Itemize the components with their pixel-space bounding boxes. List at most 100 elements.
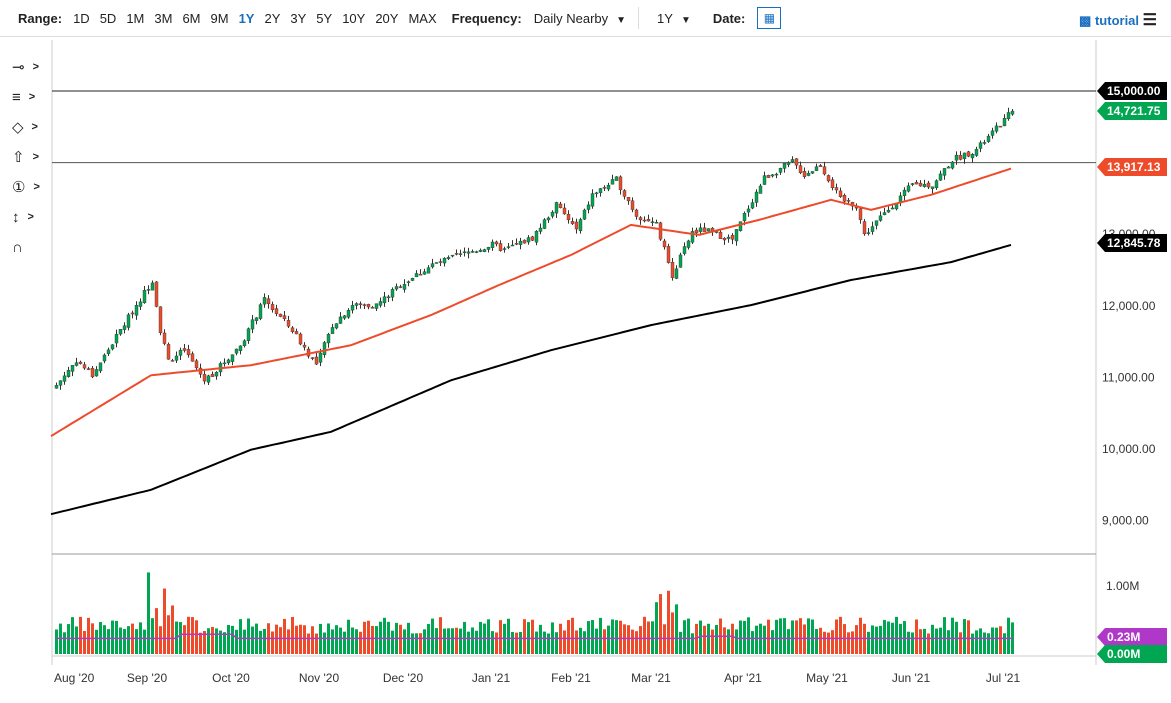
candle-body: [951, 162, 954, 168]
candle-body: [395, 286, 398, 289]
candle: [539, 224, 542, 235]
volume-bar: [587, 621, 590, 654]
volume-bar: [563, 630, 566, 654]
volume-bar: [727, 629, 730, 654]
candle-body: [983, 142, 986, 143]
candle-body: [551, 212, 554, 216]
price-chart[interactable]: 9,000.0010,000.0011,000.0012,000.0013,00…: [0, 0, 1171, 703]
candle-body: [363, 305, 366, 306]
candle-body: [939, 174, 942, 180]
candle-body: [543, 220, 546, 229]
candle-body: [539, 228, 542, 231]
candle-body: [751, 203, 754, 208]
candle-body: [127, 315, 130, 328]
candle-body: [303, 345, 306, 347]
candle: [503, 247, 506, 253]
candle: [171, 359, 174, 362]
candle-body: [235, 349, 238, 353]
candle-body: [747, 209, 750, 212]
candle: [55, 383, 58, 389]
candle: [771, 174, 774, 177]
volume-bar: [279, 627, 282, 654]
candle-body: [847, 200, 850, 201]
candle: [831, 177, 834, 190]
candle-body: [479, 250, 482, 251]
volume-bar: [119, 628, 122, 654]
x-tick-label: Mar '21: [631, 671, 671, 685]
candle-body: [503, 249, 506, 250]
candle: [775, 173, 778, 178]
volume-bar: [111, 621, 114, 654]
candle: [275, 305, 278, 316]
volume-bar: [883, 620, 886, 654]
candle: [311, 357, 314, 360]
candle-body: [743, 213, 746, 221]
candle: [991, 128, 994, 139]
candle-body: [955, 155, 958, 160]
candle-body: [915, 182, 918, 184]
volume-bar: [243, 630, 246, 654]
candle: [511, 240, 514, 246]
volume-bar: [1003, 633, 1006, 654]
candle-body: [879, 216, 882, 221]
candle-body: [423, 272, 426, 275]
candle: [483, 249, 486, 252]
candle-body: [1003, 118, 1006, 126]
candle: [979, 140, 982, 152]
candle: [455, 250, 458, 256]
candle: [803, 167, 806, 178]
candle: [443, 257, 446, 266]
candle-body: [687, 241, 690, 248]
volume-bar: [619, 621, 622, 654]
candle-body: [759, 186, 762, 194]
candle: [871, 222, 874, 235]
volume-bar: [223, 632, 226, 654]
candle-body: [347, 310, 350, 317]
volume-bar: [75, 626, 78, 654]
candle-body: [215, 372, 218, 376]
candle-body: [927, 183, 930, 187]
candle-body: [139, 302, 142, 307]
candle: [627, 197, 630, 205]
candle: [207, 375, 210, 385]
candle: [235, 348, 238, 355]
candle: [763, 172, 766, 185]
candle: [335, 323, 338, 329]
candle-body: [555, 202, 558, 213]
candle: [995, 122, 998, 133]
candle-body: [475, 252, 478, 253]
candle: [619, 175, 622, 194]
candle: [227, 359, 230, 365]
candle: [731, 233, 734, 244]
volume-bar: [675, 604, 678, 654]
candle-body: [987, 136, 990, 142]
candle: [779, 168, 782, 175]
candle-body: [1007, 112, 1010, 118]
volume-bar: [235, 630, 238, 654]
candle-body: [883, 213, 886, 215]
candle: [691, 228, 694, 244]
candle-body: [995, 126, 998, 131]
candle-body: [463, 252, 466, 253]
candle-body: [391, 289, 394, 297]
candle-body: [71, 365, 74, 371]
volume-bar: [819, 628, 822, 654]
volume-bar: [247, 619, 250, 654]
volume-bar: [567, 620, 570, 654]
volume-bar: [135, 629, 138, 654]
y-tick-label: 12,000.00: [1102, 299, 1156, 313]
volume-bar: [507, 619, 510, 654]
candle-body: [547, 218, 550, 220]
candle: [515, 238, 518, 245]
volume-bar: [167, 615, 170, 654]
x-tick-label: Jan '21: [472, 671, 511, 685]
volume-bar: [515, 633, 518, 654]
candle-body: [607, 185, 610, 189]
candle-body: [923, 184, 926, 186]
volume-bar: [959, 632, 962, 654]
candle: [923, 180, 926, 188]
volume-bar: [835, 620, 838, 654]
candle: [111, 344, 114, 350]
candle: [687, 240, 690, 250]
candle-body: [595, 193, 598, 194]
